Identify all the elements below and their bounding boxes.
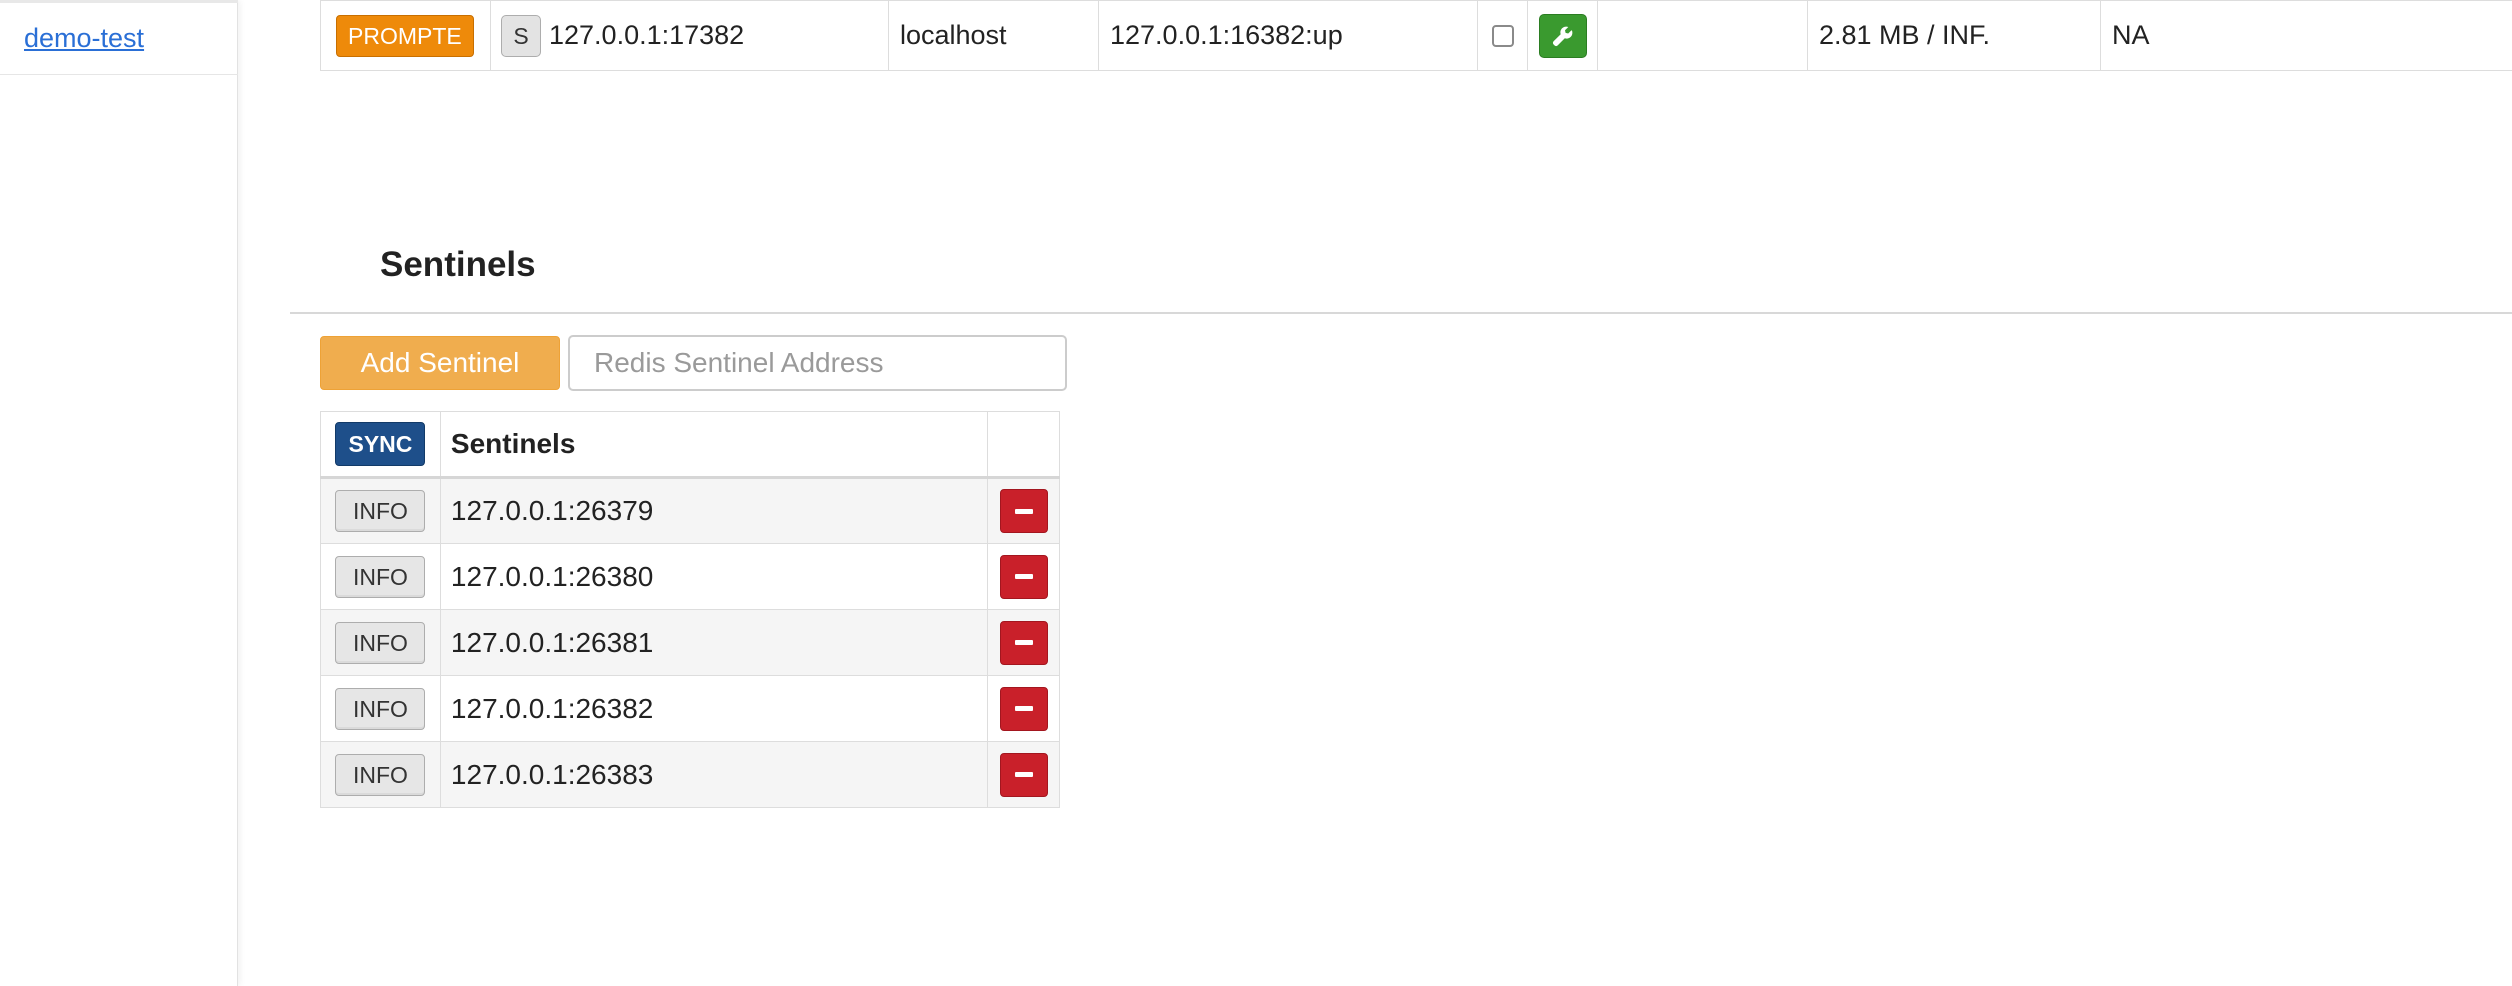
server-host: localhost xyxy=(900,20,1007,50)
sync-header-cell: SYNC xyxy=(320,411,441,479)
info-cell: INFO xyxy=(320,543,441,610)
sidebar-link-demo-test[interactable]: demo-test xyxy=(24,23,144,54)
minus-icon xyxy=(1014,508,1033,514)
sidebar-item-demo-test[interactable]: demo-test xyxy=(0,3,238,75)
memory-value: 2.81 MB / INF. xyxy=(1819,20,1991,50)
remove-cell xyxy=(987,675,1060,742)
info-cell: INFO xyxy=(320,609,441,676)
sentinel-address: 127.0.0.1:26383 xyxy=(439,741,989,808)
sentinels-title: Sentinels xyxy=(380,245,536,284)
info-button[interactable]: INFO xyxy=(335,753,426,796)
remove-button[interactable] xyxy=(999,686,1048,731)
table-row: INFO 127.0.0.1:26382 xyxy=(320,675,1060,742)
sidebar: demo-test xyxy=(0,0,238,986)
remove-cell xyxy=(987,741,1060,808)
section-divider xyxy=(290,312,2512,314)
sentinels-header-cell: Sentinels xyxy=(439,411,989,479)
sentinel-address: 127.0.0.1:26379 xyxy=(439,477,989,544)
promote-button[interactable]: PROMPTE xyxy=(336,14,474,57)
table-row: INFO 127.0.0.1:26383 xyxy=(320,741,1060,808)
info-cell: INFO xyxy=(320,741,441,808)
minus-icon xyxy=(1014,574,1033,579)
remove-cell xyxy=(987,477,1060,544)
table-header-row: SYNC Sentinels xyxy=(320,411,1060,479)
remove-button[interactable] xyxy=(999,554,1048,599)
sentinels-column-header: Sentinels xyxy=(450,428,576,459)
wrench-icon xyxy=(1552,26,1572,46)
address-cell: S 127.0.0.1:17382 xyxy=(491,1,889,70)
info-cell: INFO xyxy=(320,477,441,544)
table-row: INFO 127.0.0.1:26379 xyxy=(320,477,1060,544)
info-button[interactable]: INFO xyxy=(335,687,426,730)
minus-icon xyxy=(1014,640,1033,645)
sync-button[interactable]: SYNC xyxy=(335,422,426,466)
extra-cell: NA xyxy=(2101,1,2512,70)
remove-cell xyxy=(987,543,1060,610)
sentinel-address: 127.0.0.1:26381 xyxy=(439,609,989,676)
master-link-cell: 127.0.0.1:16382:up xyxy=(1099,1,1478,70)
master-link: 127.0.0.1:16382:up xyxy=(1110,20,1343,50)
remove-button[interactable] xyxy=(999,752,1048,797)
info-button[interactable]: INFO xyxy=(335,555,426,598)
server-address: 127.0.0.1:17382 xyxy=(549,20,745,50)
sentinel-address: 127.0.0.1:26382 xyxy=(439,675,989,742)
sentinel-address-input[interactable] xyxy=(568,335,1067,391)
extra-value: NA xyxy=(2112,20,2150,50)
s-button[interactable]: S xyxy=(501,14,541,57)
info-button[interactable]: INFO xyxy=(335,490,426,532)
info-cell: INFO xyxy=(320,675,441,742)
checkbox-cell xyxy=(1478,1,1528,70)
info-button[interactable]: INFO xyxy=(335,621,426,664)
action-header-cell xyxy=(987,411,1060,479)
table-row: INFO 127.0.0.1:26381 xyxy=(320,609,1060,676)
minus-icon xyxy=(1014,706,1033,711)
sentinel-address: 127.0.0.1:26380 xyxy=(439,543,989,610)
remove-button[interactable] xyxy=(999,489,1048,533)
main-content: PROMPTE S 127.0.0.1:17382 localhost 127.… xyxy=(240,0,2512,986)
add-sentinel-button[interactable]: Add Sentinel xyxy=(320,336,560,390)
sentinels-table: SYNC Sentinels INFO 127.0.0.1:26379 INFO… xyxy=(320,411,1060,808)
host-cell: localhost xyxy=(889,1,1099,70)
row-checkbox[interactable] xyxy=(1491,24,1514,47)
table-row: PROMPTE S 127.0.0.1:17382 localhost 127.… xyxy=(320,0,2512,71)
tool-cell xyxy=(1528,1,1598,70)
table-row: INFO 127.0.0.1:26380 xyxy=(320,543,1060,610)
role-cell: PROMPTE xyxy=(321,1,491,70)
wrench-button[interactable] xyxy=(1538,13,1587,58)
remove-button[interactable] xyxy=(999,620,1048,665)
empty-cell xyxy=(1598,1,1808,70)
minus-icon xyxy=(1014,772,1033,777)
memory-cell: 2.81 MB / INF. xyxy=(1808,1,2101,70)
remove-cell xyxy=(987,609,1060,676)
